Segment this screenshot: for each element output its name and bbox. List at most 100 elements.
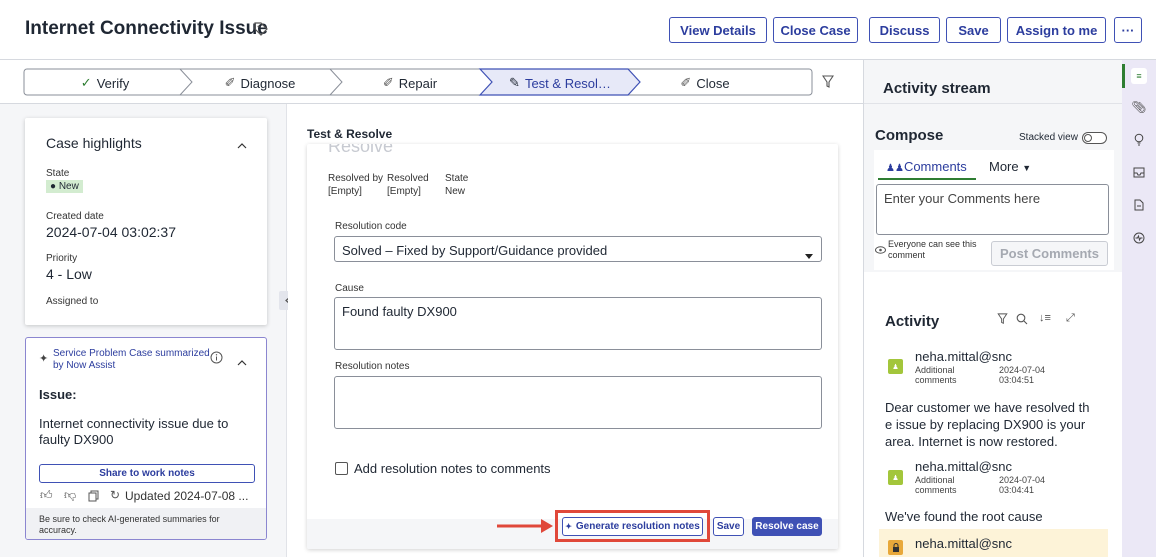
compose-title: Compose (875, 127, 944, 144)
form-save-button[interactable]: Save (713, 517, 744, 536)
caret-down-icon (805, 247, 813, 262)
header-bar: Internet Connectivity Issue View Details… (0, 0, 1156, 60)
document-icon[interactable] (1131, 197, 1147, 213)
comment-input[interactable]: Enter your Comments here (876, 184, 1109, 235)
copy-icon[interactable] (88, 489, 99, 507)
resolved-by-label: Resolved by (328, 173, 384, 184)
sort-icon[interactable]: ↓≡ (1039, 312, 1051, 324)
now-assist-card: ✦ Service Problem Case summarized by Now… (25, 337, 267, 540)
entry-timestamp: 2024-07-04 03:04:51 (999, 365, 1046, 385)
issue-text: Internet connectivity issue due to fault… (39, 416, 229, 447)
tab-comments-underline (878, 178, 976, 180)
resolve-form-card: Resolve Resolved by [Empty] Resolved [Em… (307, 144, 838, 549)
filter-icon[interactable] (997, 312, 1008, 330)
cause-textarea[interactable]: Found faulty DX900 (334, 297, 822, 350)
stage-close[interactable]: ✐ Close (640, 70, 770, 96)
assign-to-me-button[interactable]: Assign to me (1007, 17, 1106, 43)
pulse-icon[interactable] (1131, 230, 1147, 246)
stage-repair[interactable]: ✐ Repair (340, 70, 480, 96)
state-label: State (46, 168, 70, 179)
avatar (888, 540, 903, 555)
entry-type: Additional comments (915, 365, 957, 385)
ghost-section-heading: Resolve (328, 144, 394, 156)
expand-icon[interactable]: ⤢ (1066, 312, 1075, 325)
save-button[interactable]: Save (946, 17, 1001, 43)
tag-icon[interactable] (254, 22, 268, 41)
thumbs-up-icon[interactable]: 👍︎ (40, 488, 53, 503)
resolved-value: [Empty] (387, 186, 421, 197)
inbox-icon[interactable] (1131, 164, 1147, 180)
refresh-icon[interactable]: ↻ (110, 488, 120, 502)
case-highlights-card: Case highlights State ● New Created date… (25, 118, 267, 325)
cause-label: Cause (335, 283, 364, 294)
view-details-button[interactable]: View Details (669, 17, 767, 43)
annotation-arrow (497, 519, 553, 533)
share-to-work-notes-button[interactable]: Share to work notes (39, 464, 255, 483)
caret-down-icon: ▼ (1022, 163, 1032, 173)
state-label: State (445, 173, 469, 184)
entry-timestamp: 2024-07-04 03:04:41 (999, 475, 1046, 495)
pencil-filled-icon: ✎ (509, 75, 520, 90)
avatar: ♟ (888, 359, 903, 374)
add-notes-checkbox[interactable] (335, 462, 348, 475)
more-actions-button[interactable]: ··· (1114, 17, 1142, 43)
avatar: ♟ (888, 470, 903, 485)
activity-stream-icon[interactable]: ≡ (1131, 68, 1147, 84)
entry-username: neha.mittal@snc (915, 349, 1013, 364)
chevron-up-icon[interactable] (237, 354, 247, 372)
ai-disclaimer: Be sure to check AI-generated summaries … (26, 508, 266, 539)
close-case-button[interactable]: Close Case (773, 17, 858, 43)
created-date-label: Created date (46, 211, 104, 222)
activity-title: Activity (885, 313, 940, 330)
stage-bar-container: ✓ Verify ✐ Diagnose ✐ Repair ✎ Test & Re… (0, 60, 864, 104)
form-section-title: Test & Resolve (307, 127, 393, 141)
now-assist-title: Service Problem Case summarized by Now A… (53, 348, 210, 371)
eye-icon (875, 241, 886, 259)
resolution-notes-textarea[interactable] (334, 376, 822, 429)
tab-comments[interactable]: ♟♟Comments (886, 159, 967, 174)
thumbs-down-icon[interactable]: 👎︎ (64, 488, 76, 503)
info-icon[interactable] (210, 351, 223, 369)
entry-text: We've found the root cause (885, 509, 1043, 524)
resolution-code-select[interactable]: Solved – Fixed by Support/Guidance provi… (334, 236, 822, 262)
tab-more[interactable]: More ▼ (989, 159, 1031, 174)
activity-stream-panel: Activity stream Compose Stacked view ♟♟C… (863, 60, 1123, 557)
toggle-knob (1084, 134, 1092, 142)
case-highlights-title: Case highlights (46, 135, 142, 151)
stage-verify[interactable]: ✓ Verify (30, 70, 180, 96)
status-dot-icon: ● (50, 181, 57, 192)
resolved-by-value: [Empty] (328, 186, 362, 197)
pencil-icon: ✐ (224, 75, 236, 90)
updated-timestamp: Updated 2024-07-08 ... (125, 489, 249, 503)
priority-label: Priority (46, 253, 78, 264)
assigned-to-label: Assigned to (46, 296, 99, 307)
issue-label: Issue: (39, 387, 77, 402)
activity-stream-title: Activity stream (883, 80, 991, 97)
add-notes-checkbox-label: Add resolution notes to comments (354, 461, 551, 476)
state-value: New (445, 186, 466, 197)
stage-diagnose[interactable]: ✐ Diagnose (190, 70, 330, 96)
chevron-up-icon[interactable] (237, 137, 247, 155)
post-comments-button[interactable]: Post Comments (991, 241, 1108, 266)
check-icon: ✓ (80, 75, 92, 90)
state-badge: ● New (46, 180, 83, 193)
search-icon[interactable] (1016, 312, 1028, 330)
generate-resolution-notes-button[interactable]: ✦ Generate resolution notes (562, 517, 703, 536)
page-title: Internet Connectivity Issue (25, 18, 268, 39)
entry-type: Additional comments (915, 475, 957, 495)
discuss-button[interactable]: Discuss (869, 17, 940, 43)
resolve-case-button[interactable]: Resolve case (752, 517, 822, 536)
entry-username: neha.mittal@snc (915, 459, 1013, 474)
paperclip-icon[interactable]: 📎︎ (1131, 99, 1147, 115)
sparkle-icon: ✦ (565, 522, 572, 531)
filter-icon[interactable] (821, 75, 835, 94)
stacked-view-label: Stacked view (1019, 132, 1078, 143)
resolution-notes-label: Resolution notes (335, 361, 410, 372)
stacked-view-toggle[interactable] (1082, 132, 1107, 144)
resolved-label: Resolved (387, 173, 429, 184)
pencil-icon: ✐ (680, 75, 692, 90)
stage-test-resolve[interactable]: ✎ Test & Resol… (490, 70, 630, 96)
people-icon: ♟♟ (886, 163, 904, 174)
lightbulb-icon[interactable] (1131, 131, 1147, 147)
visibility-note: Everyone can see this comment (888, 239, 977, 260)
